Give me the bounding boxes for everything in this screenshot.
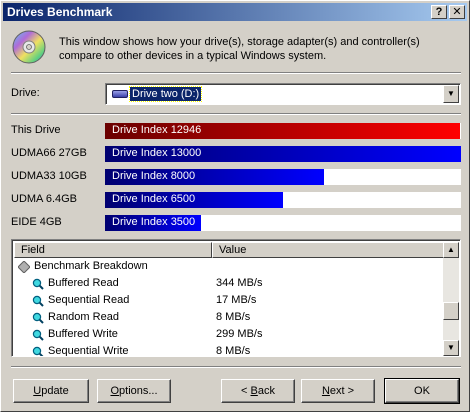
magnifier-icon bbox=[32, 346, 44, 356]
list-item[interactable]: Benchmark Breakdown bbox=[14, 258, 444, 275]
list-item-field: Buffered Read bbox=[48, 277, 119, 289]
close-button[interactable]: ✕ bbox=[449, 5, 465, 19]
back-mnemonic: B bbox=[250, 385, 258, 397]
benchmark-bar-text: Drive Index 8000 bbox=[112, 170, 196, 182]
drive-selected-value: Drive two (D:) bbox=[128, 86, 203, 102]
list-item-value: 8 MB/s bbox=[216, 311, 251, 323]
benchmark-row: EIDE 4GB Drive Index 3500 bbox=[11, 215, 461, 231]
options-mnemonic: O bbox=[110, 385, 120, 397]
magnifier-icon bbox=[32, 312, 44, 324]
benchmark-bar-track: Drive Index 12946 bbox=[105, 123, 461, 139]
next-button[interactable]: Next > bbox=[301, 379, 375, 403]
list-item-field: Buffered Write bbox=[48, 328, 118, 340]
title-bar[interactable]: Drives Benchmark ? ✕ bbox=[3, 3, 467, 21]
list-rows: Benchmark Breakdown Buffered Read 344 MB/s… bbox=[14, 258, 444, 357]
list-item-value: 8 MB/s bbox=[216, 345, 251, 357]
update-button[interactable]: Update bbox=[13, 379, 89, 403]
benchmark-bar-track: Drive Index 3500 bbox=[105, 215, 461, 231]
benchmark-label: UDMA66 27GB bbox=[11, 147, 87, 159]
options-label: ptions... bbox=[119, 385, 158, 397]
next-label: ext > bbox=[329, 385, 355, 397]
benchmark-bar-text: Drive Index 12946 bbox=[112, 124, 202, 136]
list-header: Field Value bbox=[14, 242, 444, 258]
benchmark-label: This Drive bbox=[11, 124, 61, 136]
benchmark-row: This Drive Drive Index 12946 bbox=[11, 123, 461, 139]
list-item-value: 299 MB/s bbox=[216, 328, 263, 340]
benchmark-label: EIDE 4GB bbox=[11, 216, 62, 228]
back-label: ack bbox=[257, 385, 275, 397]
list-item-field: Sequential Read bbox=[48, 294, 130, 306]
divider bbox=[11, 113, 461, 115]
scroll-up-button[interactable]: ▲ bbox=[443, 242, 459, 258]
list-item[interactable]: Sequential Write 8 MB/s bbox=[14, 343, 444, 357]
benchmark-label: UDMA 6.4GB bbox=[11, 193, 78, 205]
ok-button[interactable]: OK bbox=[384, 378, 460, 404]
vertical-scrollbar[interactable]: ▲ ▼ bbox=[443, 242, 459, 356]
back-button[interactable]: < Back bbox=[221, 379, 295, 403]
divider bbox=[11, 366, 461, 368]
list-item-field: Random Read bbox=[48, 311, 119, 323]
window-title: Drives Benchmark bbox=[7, 5, 113, 19]
list-item[interactable]: Random Read 8 MB/s bbox=[14, 309, 444, 326]
next-mnemonic: N bbox=[321, 385, 330, 397]
benchmark-label: UDMA33 10GB bbox=[11, 170, 87, 182]
benchmark-bar-track: Drive Index 8000 bbox=[105, 169, 461, 185]
benchmark-row: UDMA66 27GB Drive Index 13000 bbox=[11, 146, 461, 162]
benchmark-listview[interactable]: Field Value Benchmark Breakdown Buffered … bbox=[11, 239, 461, 357]
diamond-icon bbox=[18, 261, 30, 273]
list-item[interactable]: Buffered Read 344 MB/s bbox=[14, 275, 444, 292]
magnifier-icon bbox=[32, 278, 44, 290]
list-item-value: 344 MB/s bbox=[216, 277, 263, 289]
update-mnemonic: U bbox=[33, 385, 42, 397]
list-item-field: Benchmark Breakdown bbox=[34, 260, 148, 272]
column-value[interactable]: Value bbox=[212, 242, 444, 258]
benchmark-bar-text: Drive Index 13000 bbox=[112, 147, 202, 159]
drive-icon bbox=[112, 90, 128, 98]
drive-label: Drive: bbox=[11, 87, 40, 99]
options-button[interactable]: Options... bbox=[97, 379, 171, 403]
benchmark-row: UDMA33 10GB Drive Index 8000 bbox=[11, 169, 461, 185]
intro-text: This window shows how your drive(s), sto… bbox=[59, 36, 420, 62]
cd-disc-icon bbox=[12, 30, 46, 64]
list-item[interactable]: Buffered Write 299 MB/s bbox=[14, 326, 444, 343]
magnifier-icon bbox=[32, 329, 44, 341]
list-item-field: Sequential Write bbox=[48, 345, 129, 357]
scroll-thumb[interactable] bbox=[443, 302, 459, 320]
update-label: pdate bbox=[41, 385, 69, 397]
magnifier-icon bbox=[32, 295, 44, 307]
dropdown-arrow-button[interactable]: ▼ bbox=[443, 85, 459, 103]
column-field[interactable]: Field bbox=[14, 242, 212, 258]
benchmark-bar-text: Drive Index 6500 bbox=[112, 193, 196, 205]
drives-benchmark-window: Drives Benchmark ? ✕ This window shows h… bbox=[0, 0, 470, 412]
benchmark-bar-track: Drive Index 13000 bbox=[105, 146, 461, 162]
benchmark-bar-track: Drive Index 6500 bbox=[105, 192, 461, 208]
divider bbox=[11, 72, 461, 74]
scroll-down-button[interactable]: ▼ bbox=[443, 340, 459, 356]
help-button[interactable]: ? bbox=[431, 5, 447, 19]
list-item-value: 17 MB/s bbox=[216, 294, 257, 306]
benchmark-row: UDMA 6.4GB Drive Index 6500 bbox=[11, 192, 461, 208]
benchmark-bar-text: Drive Index 3500 bbox=[112, 216, 196, 228]
list-item[interactable]: Sequential Read 17 MB/s bbox=[14, 292, 444, 309]
drive-select[interactable]: Drive two (D:) ▼ bbox=[105, 83, 461, 105]
back-prefix: < bbox=[241, 385, 251, 397]
